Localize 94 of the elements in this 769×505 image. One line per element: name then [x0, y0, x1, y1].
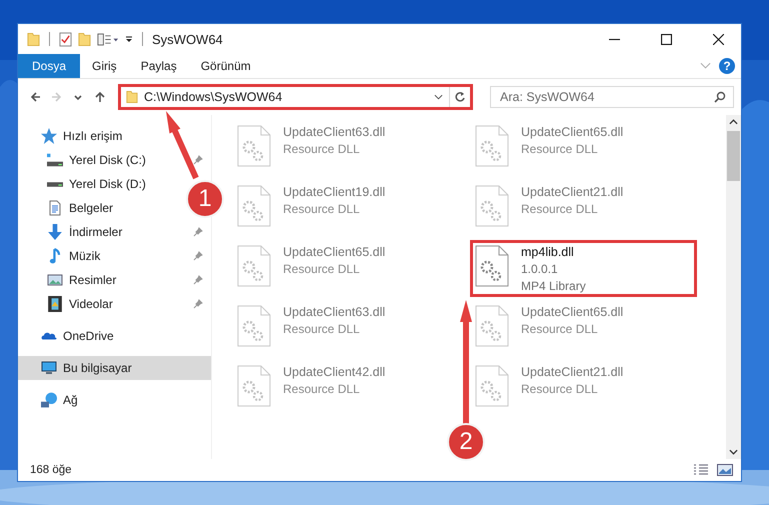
- file-name: UpdateClient21.dll: [521, 184, 624, 201]
- file-detail: Resource DLL: [283, 321, 361, 338]
- properties-icon[interactable]: [59, 32, 72, 46]
- star-icon: [41, 128, 57, 144]
- view-menu-icon[interactable]: [97, 32, 119, 46]
- file-detail: MP4 Library: [521, 278, 586, 295]
- file-item[interactable]: mp4lib.dll 1.0.0.1 MP4 Library: [470, 240, 697, 297]
- refresh-icon: [454, 91, 466, 103]
- file-name: UpdateClient63.dll: [283, 304, 386, 321]
- sidebar-item[interactable]: Yerel Disk (C:): [18, 148, 152, 172]
- network-icon: [41, 392, 57, 408]
- file-detail: Resource DLL: [283, 141, 361, 158]
- file-detail: Resource DLL: [283, 201, 361, 218]
- music-note-icon: [47, 248, 63, 264]
- details-view-icon[interactable]: [693, 464, 709, 476]
- sidebar-item[interactable]: İndirmeler: [18, 220, 128, 244]
- dropdown-caret-icon[interactable]: [434, 94, 443, 100]
- item-count: 168 öğe: [30, 464, 72, 476]
- file-detail: Resource DLL: [521, 381, 599, 398]
- file-tab[interactable]: Dosya: [18, 54, 80, 78]
- pin-icon[interactable]: [193, 227, 203, 237]
- file-item[interactable]: UpdateClient63.dll Resource DLL: [232, 120, 459, 177]
- picture-icon: [47, 272, 63, 288]
- file-item[interactable]: UpdateClient65.dll Resource DLL: [232, 240, 459, 297]
- scroll-thumb[interactable]: [727, 131, 740, 181]
- dll-file-icon: [237, 125, 271, 167]
- file-name: UpdateClient19.dll: [283, 184, 386, 201]
- file-detail: Resource DLL: [521, 201, 599, 218]
- download-icon: [47, 224, 63, 240]
- arrow: [166, 111, 199, 180]
- dll-file-icon: [475, 305, 509, 347]
- file-item[interactable]: UpdateClient65.dll Resource DLL: [470, 300, 697, 357]
- file-name: UpdateClient65.dll: [521, 124, 624, 141]
- file-detail: Resource DLL: [521, 141, 599, 158]
- ribbon-tab[interactable]: Giriş: [80, 54, 129, 78]
- pin-icon[interactable]: [193, 299, 203, 309]
- dll-file-icon: [475, 365, 509, 407]
- dll-file-icon: [475, 185, 509, 227]
- sidebar-item[interactable]: Müzik: [18, 244, 106, 268]
- ribbon-tab[interactable]: Paylaş: [128, 54, 189, 78]
- file-name: UpdateClient21.dll: [521, 364, 624, 381]
- address-path: C:\Windows\SysWOW64: [144, 90, 282, 104]
- sidebar-item[interactable]: Belgeler: [18, 196, 120, 220]
- search-field[interactable]: Ara: SysWOW64: [490, 86, 734, 108]
- customize-caret-icon[interactable]: [125, 36, 133, 42]
- file-name: mp4lib.dll: [521, 244, 575, 261]
- file-name: UpdateClient65.dll: [521, 304, 624, 321]
- ribbon-tab[interactable]: Görünüm: [188, 54, 263, 78]
- file-item[interactable]: UpdateClient63.dll Resource DLL: [232, 300, 459, 357]
- dll-file-icon: [237, 305, 271, 347]
- help-button[interactable]: ?: [719, 58, 735, 74]
- file-detail: Resource DLL: [283, 381, 361, 398]
- sidebar-item[interactable]: Videolar: [18, 292, 119, 316]
- dll-file-icon: [237, 245, 271, 287]
- file-item[interactable]: UpdateClient19.dll Resource DLL: [232, 180, 459, 237]
- file-name: UpdateClient63.dll: [283, 124, 386, 141]
- scrollbar[interactable]: [726, 115, 741, 459]
- scroll-down-icon[interactable]: [729, 449, 738, 455]
- file-item[interactable]: UpdateClient21.dll Resource DLL: [470, 180, 697, 237]
- window-title: SysWOW64: [152, 32, 223, 46]
- sidebar-item[interactable]: OneDrive: [18, 324, 120, 348]
- scroll-up-icon[interactable]: [729, 119, 738, 125]
- file-detail: Resource DLL: [521, 321, 599, 338]
- document-icon: [47, 200, 63, 216]
- address-bar[interactable]: C:\Windows\SysWOW64: [118, 84, 473, 110]
- sidebar-item[interactable]: Resimler: [18, 268, 122, 292]
- pin-icon[interactable]: [193, 251, 203, 261]
- tiles-view-icon[interactable]: [717, 464, 733, 476]
- dll-file-icon: [475, 245, 509, 287]
- sidebar-item[interactable]: Hızlı erişim: [18, 124, 128, 148]
- sidebar-item[interactable]: Bu bilgisayar: [18, 356, 211, 380]
- file-detail: Resource DLL: [283, 261, 361, 278]
- pin-icon[interactable]: [193, 155, 203, 165]
- file-item[interactable]: UpdateClient42.dll Resource DLL: [232, 360, 459, 417]
- file-name: UpdateClient65.dll: [283, 244, 386, 261]
- sidebar-item[interactable]: Ağ: [18, 388, 84, 412]
- drive-icon: [47, 182, 63, 186]
- file-name: UpdateClient42.dll: [283, 364, 386, 381]
- folder-icon: [126, 90, 138, 104]
- file-item[interactable]: UpdateClient65.dll Resource DLL: [470, 120, 697, 177]
- dll-file-icon: [237, 185, 271, 227]
- film-icon: [47, 296, 63, 312]
- file-detail: 1.0.0.1: [521, 261, 559, 278]
- sidebar-item[interactable]: Yerel Disk (D:): [18, 172, 152, 196]
- pin-icon[interactable]: [193, 275, 203, 285]
- close-icon: [712, 34, 724, 44]
- computer-icon: [41, 360, 57, 376]
- back-arrow-icon[interactable]: [28, 91, 42, 103]
- drive-icon: [47, 152, 63, 168]
- dll-file-icon: [237, 365, 271, 407]
- file-item[interactable]: UpdateClient21.dll Resource DLL: [470, 360, 697, 417]
- maximize-icon: [660, 34, 672, 44]
- dll-file-icon: [475, 125, 509, 167]
- search-icon: [714, 91, 726, 103]
